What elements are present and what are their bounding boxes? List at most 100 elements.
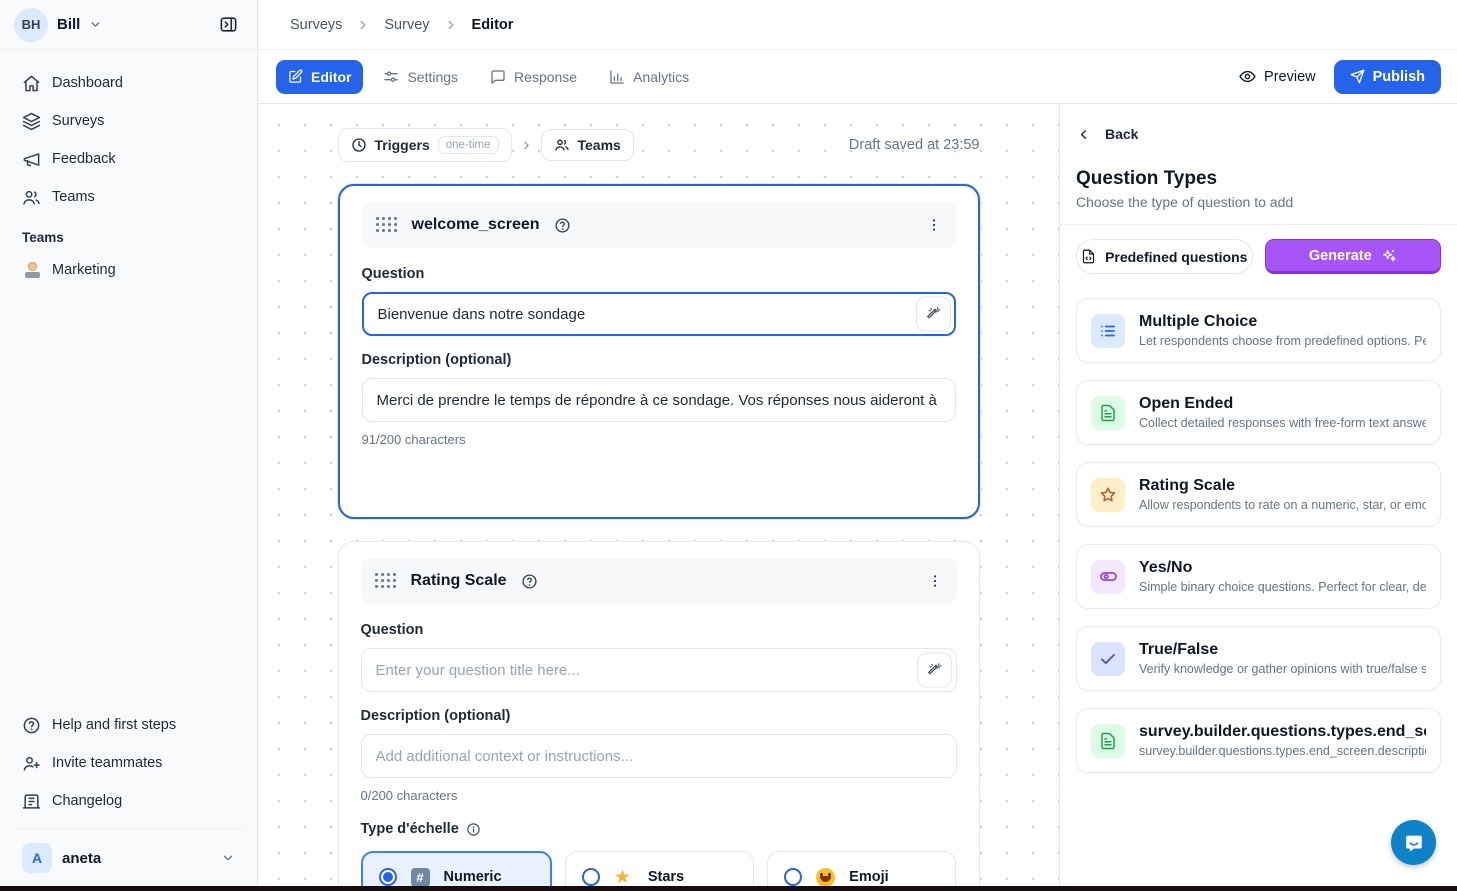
sidebar-item-teams[interactable]: Teams: [12, 178, 245, 216]
sidebar-item-label: Surveys: [52, 113, 104, 129]
question-title-input[interactable]: [362, 292, 956, 336]
help-circle-icon[interactable]: [521, 573, 538, 590]
scale-option-numeric[interactable]: # Numeric: [361, 851, 552, 891]
drag-handle-icon[interactable]: [375, 573, 397, 589]
type-card-end-screen[interactable]: survey.builder.questions.types.end_scr..…: [1076, 708, 1441, 773]
breadcrumb-survey[interactable]: Survey: [384, 17, 429, 33]
star-emoji: ★: [614, 867, 634, 887]
eye-icon: [1239, 68, 1256, 85]
triggers-label: Triggers: [375, 137, 430, 153]
kebab-menu-icon[interactable]: [927, 573, 943, 589]
sidebar-item-label: Help and first steps: [52, 717, 176, 733]
back-button[interactable]: Back: [1060, 104, 1457, 146]
preview-label: Preview: [1264, 69, 1316, 85]
file-text-icon: [1091, 724, 1125, 758]
scale-option-label: Numeric: [444, 869, 502, 885]
sliders-icon: [383, 69, 399, 85]
changelog-icon: [22, 792, 41, 811]
chat-widget-button[interactable]: [1391, 820, 1436, 865]
window-bottom-edge: [0, 886, 1457, 891]
user-plus-icon: [22, 754, 41, 773]
workspace-header[interactable]: BH Bill: [0, 0, 257, 50]
breadcrumb-editor: Editor: [472, 17, 514, 33]
tab-label: Settings: [407, 69, 458, 85]
question-card-welcome-screen[interactable]: welcome_screen Question: [338, 184, 980, 519]
type-description: survey.builder.questions.types.end_scree…: [1139, 744, 1426, 758]
drag-handle-icon[interactable]: [376, 217, 398, 233]
sidebar-item-label: Dashboard: [52, 75, 123, 91]
type-card-open-ended[interactable]: Open Ended Collect detailed responses wi…: [1076, 380, 1441, 445]
question-card-header: welcome_screen: [362, 202, 956, 248]
scale-option-emoji[interactable]: Emoji: [767, 851, 956, 891]
users-icon: [22, 188, 41, 207]
type-card-true-false[interactable]: True/False Verify knowledge or gather op…: [1076, 626, 1441, 691]
file-text-icon: [1091, 396, 1125, 430]
type-title: Yes/No: [1139, 559, 1426, 577]
breadcrumb-surveys[interactable]: Surveys: [290, 17, 342, 33]
tab-response[interactable]: Response: [478, 60, 589, 94]
sidebar-item-invite[interactable]: Invite teammates: [12, 744, 245, 782]
tab-analytics[interactable]: Analytics: [597, 60, 701, 94]
radio-icon: [784, 868, 802, 886]
generate-button[interactable]: Generate: [1265, 239, 1442, 274]
question-card-header: Rating Scale: [361, 558, 957, 604]
predefined-questions-button[interactable]: Predefined questions: [1076, 239, 1253, 274]
workspace-name: Bill: [57, 16, 80, 33]
back-label: Back: [1105, 126, 1138, 142]
type-description: Verify knowledge or gather opinions with…: [1139, 662, 1426, 676]
list-icon: [1091, 314, 1125, 348]
type-title: Rating Scale: [1139, 477, 1426, 495]
tab-settings[interactable]: Settings: [371, 60, 470, 94]
account-menu[interactable]: A aneta: [12, 828, 245, 881]
type-card-multiple-choice[interactable]: Multiple Choice Let respondents choose f…: [1076, 298, 1441, 363]
sidebar-item-team-marketing[interactable]: Marketing: [12, 251, 245, 289]
sidebar-item-dashboard[interactable]: Dashboard: [12, 64, 245, 102]
publish-button[interactable]: Publish: [1334, 60, 1441, 94]
chevron-right-icon: [520, 139, 533, 152]
question-description-input[interactable]: [361, 734, 957, 778]
chevron-right-icon: [356, 18, 370, 32]
question-description-input[interactable]: [362, 378, 956, 422]
question-card-rating-scale[interactable]: Rating Scale Question: [338, 541, 980, 891]
tab-editor[interactable]: Editor: [276, 60, 363, 94]
sidebar-item-feedback[interactable]: Feedback: [12, 140, 245, 178]
type-title: survey.builder.questions.types.end_scr..…: [1139, 723, 1426, 741]
sidebar-item-changelog[interactable]: Changelog: [12, 782, 245, 820]
send-icon: [1350, 69, 1365, 84]
collapse-sidebar-button[interactable]: [213, 10, 243, 40]
question-title-input[interactable]: [361, 648, 957, 692]
team-name: Marketing: [52, 262, 116, 278]
sidebar-item-help[interactable]: Help and first steps: [12, 706, 245, 744]
sidebar-item-label: Changelog: [52, 793, 122, 809]
tab-label: Analytics: [633, 69, 689, 85]
type-card-yes-no[interactable]: Yes/No Simple binary choice questions. P…: [1076, 544, 1441, 609]
preview-button[interactable]: Preview: [1239, 68, 1316, 85]
magic-wand-button[interactable]: [916, 297, 951, 332]
layers-icon: [22, 112, 41, 131]
question-field-label: Question: [362, 266, 956, 282]
kebab-menu-icon[interactable]: [926, 217, 942, 233]
scale-option-stars[interactable]: ★ Stars: [565, 851, 754, 891]
scale-option-label: Emoji: [849, 869, 888, 885]
sidebar-item-surveys[interactable]: Surveys: [12, 102, 245, 140]
chevron-down-icon: [89, 18, 102, 31]
trigger-badge: one-time: [438, 136, 499, 154]
help-circle-icon[interactable]: [554, 217, 571, 234]
teams-label: Teams: [578, 137, 621, 153]
keycap-hash-emoji: #: [411, 868, 430, 887]
chevron-right-icon: [444, 18, 458, 32]
magic-wand-button[interactable]: [917, 653, 952, 688]
triggers-button[interactable]: Triggers one-time: [338, 128, 512, 162]
scale-type-label: Type d'échelle: [361, 821, 459, 837]
panel-title: Question Types: [1060, 146, 1457, 192]
sidebar-footer: Help and first steps Invite teammates Ch…: [0, 698, 257, 820]
account-avatar: A: [22, 843, 52, 873]
chevron-left-icon: [1076, 127, 1091, 142]
info-icon[interactable]: [466, 822, 481, 837]
check-icon: [1091, 642, 1125, 676]
type-card-rating-scale[interactable]: Rating Scale Allow respondents to rate o…: [1076, 462, 1441, 527]
sidebar-nav: Dashboard Surveys Feedback Teams: [0, 50, 257, 289]
teams-button[interactable]: Teams: [541, 129, 634, 161]
question-field-label: Question: [361, 622, 957, 638]
radio-checked-icon: [379, 868, 397, 886]
